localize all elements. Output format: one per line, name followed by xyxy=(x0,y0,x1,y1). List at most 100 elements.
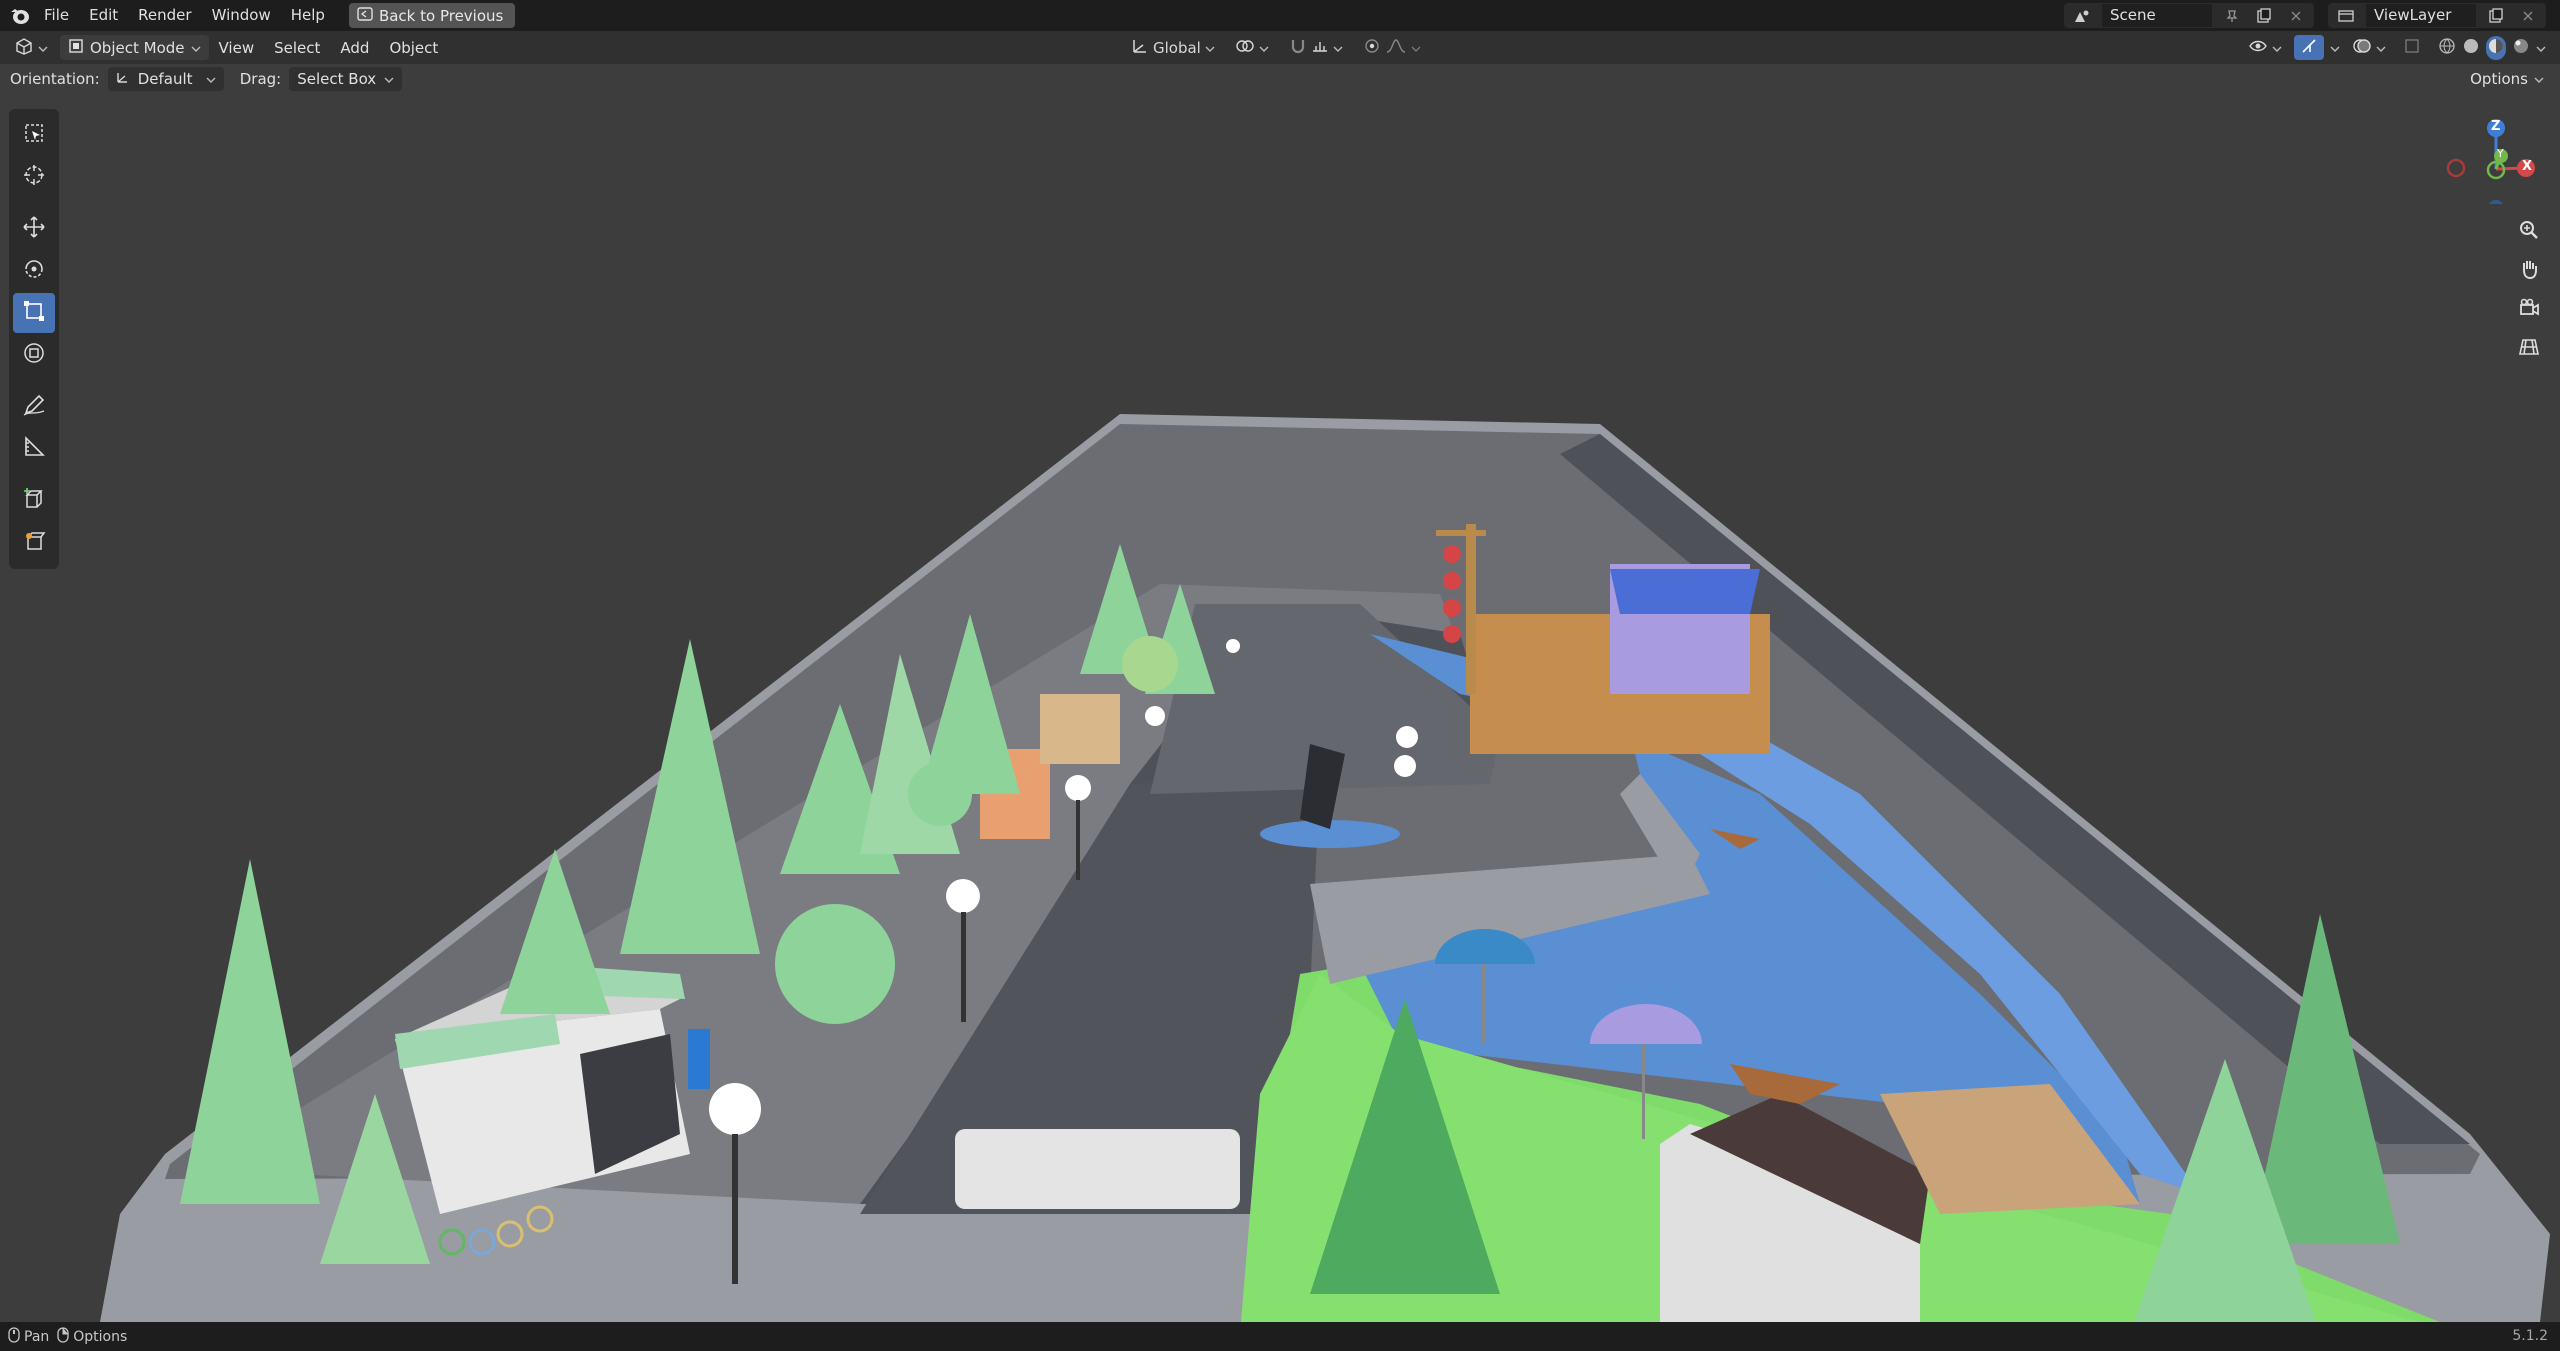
delete-view-layer-icon[interactable] xyxy=(2516,5,2540,27)
transform-tools: Global xyxy=(1125,35,1427,60)
menu-add[interactable]: Add xyxy=(330,39,379,57)
mode-dropdown[interactable]: Object Mode xyxy=(60,35,209,60)
viewport-header: Object Mode View Select Add Object Globa… xyxy=(0,31,2560,64)
solid-shading-icon[interactable] xyxy=(2462,37,2480,59)
editor-type-selector[interactable] xyxy=(8,35,54,60)
options-dropdown[interactable]: Options xyxy=(2462,67,2552,91)
pin-icon[interactable] xyxy=(2220,5,2244,27)
scene-selector[interactable]: Scene xyxy=(2064,3,2314,28)
pivot-icon xyxy=(1235,38,1255,58)
scale-icon xyxy=(22,299,46,327)
perspective-toggle-button[interactable] xyxy=(2511,331,2547,367)
menu-render[interactable]: Render xyxy=(128,0,201,31)
viewport-display-tools xyxy=(2242,35,2552,60)
orientation-label: Orientation: xyxy=(10,70,100,88)
add-cube-tool[interactable] xyxy=(13,481,55,521)
chevron-down-icon[interactable] xyxy=(2536,39,2546,57)
chevron-down-icon xyxy=(1411,39,1421,57)
zoom-button[interactable] xyxy=(2511,214,2547,250)
material-preview-icon[interactable] xyxy=(2486,35,2506,60)
pivot-point-dropdown[interactable] xyxy=(1229,35,1275,60)
gizmo-icon xyxy=(2300,37,2318,59)
top-menu-bar: File Edit Render Window Help Back to Pre… xyxy=(0,0,2560,31)
snap-target-icon xyxy=(1311,37,1329,59)
shading-mode-group xyxy=(2432,35,2552,60)
back-icon xyxy=(357,6,373,25)
rendered-shading-icon[interactable] xyxy=(2512,37,2530,59)
menu-help[interactable]: Help xyxy=(281,0,335,31)
falloff-curve-icon xyxy=(1385,37,1407,59)
menu-view[interactable]: View xyxy=(209,39,265,57)
transform-tool[interactable] xyxy=(13,335,55,375)
chevron-down-icon[interactable] xyxy=(2330,39,2340,57)
overlays-toggle[interactable] xyxy=(2346,35,2392,60)
object-mode-icon xyxy=(68,38,84,58)
drag-dropdown[interactable]: Select Box xyxy=(289,67,403,91)
chevron-down-icon xyxy=(206,70,216,88)
annotate-tool[interactable] xyxy=(13,387,55,427)
snapping-toggle[interactable] xyxy=(1283,35,1349,60)
rotate-tool[interactable] xyxy=(13,251,55,291)
status-options-label: Options xyxy=(73,1328,128,1345)
measure-tool[interactable] xyxy=(13,429,55,469)
visibility-dropdown[interactable] xyxy=(2242,35,2288,60)
axis-icon xyxy=(1131,37,1149,59)
delete-scene-icon[interactable] xyxy=(2284,5,2308,27)
chevron-down-icon xyxy=(1333,39,1343,57)
eye-icon xyxy=(2248,38,2268,58)
transform-orientation-dropdown[interactable]: Global xyxy=(1125,35,1221,60)
grid-perspective-icon xyxy=(2518,336,2540,362)
menu-file[interactable]: File xyxy=(34,0,79,31)
chevron-down-icon xyxy=(1259,39,1269,57)
chevron-down-icon xyxy=(1205,39,1215,57)
wireframe-shading-icon[interactable] xyxy=(2438,37,2456,59)
menu-select[interactable]: Select xyxy=(264,39,330,57)
menu-window[interactable]: Window xyxy=(202,0,281,31)
chevron-down-icon xyxy=(2534,70,2544,88)
proportional-edit-icon xyxy=(1363,37,1381,59)
viewport-nav-buttons xyxy=(2511,214,2551,370)
menu-edit[interactable]: Edit xyxy=(79,0,128,31)
navigation-gizmo[interactable]: Z Y X xyxy=(2446,104,2546,216)
move-tool[interactable] xyxy=(13,209,55,249)
orientation-value: Default xyxy=(137,70,193,88)
view-layer-name-field[interactable]: ViewLayer xyxy=(2366,4,2476,27)
add-object-icon xyxy=(22,529,46,557)
menu-object[interactable]: Object xyxy=(379,39,448,57)
chevron-down-icon xyxy=(191,39,201,57)
select-box-tool[interactable] xyxy=(13,115,55,155)
gizmo-y-label: Y xyxy=(2497,147,2504,160)
orientation-label: Global xyxy=(1153,38,1201,57)
blender-logo-icon[interactable] xyxy=(6,2,34,30)
select-box-icon xyxy=(22,121,46,149)
scale-tool[interactable] xyxy=(13,293,55,333)
rotate-icon xyxy=(22,257,46,285)
view-layer-icon[interactable] xyxy=(2334,5,2358,27)
camera-view-button[interactable] xyxy=(2511,292,2547,328)
xray-icon xyxy=(2404,38,2420,58)
orientation-dropdown[interactable]: Default xyxy=(107,67,224,91)
pan-button[interactable] xyxy=(2511,253,2547,289)
proportional-editing-toggle[interactable] xyxy=(1357,35,1427,60)
xray-toggle[interactable] xyxy=(2398,35,2426,60)
version-label: 5.1.2 xyxy=(2512,1328,2548,1344)
add-object-tool[interactable] xyxy=(13,523,55,563)
chevron-down-icon xyxy=(2272,39,2282,57)
view-layer-selector[interactable]: ViewLayer xyxy=(2328,3,2546,28)
new-view-layer-icon[interactable] xyxy=(2484,5,2508,27)
3d-viewport[interactable]: Z Y X xyxy=(0,94,2560,1322)
status-options-hint: Options xyxy=(57,1326,128,1347)
scene-name-field[interactable]: Scene xyxy=(2102,4,2212,27)
tool-settings-bar: Orientation: Default Drag: Select Box Op… xyxy=(0,64,2560,94)
status-bar: Pan Options 5.1.2 xyxy=(0,1322,2560,1351)
gizmo-toggle[interactable] xyxy=(2294,35,2324,60)
back-to-previous-button[interactable]: Back to Previous xyxy=(348,3,516,28)
cursor-tool[interactable] xyxy=(13,157,55,197)
chevron-down-icon xyxy=(2376,39,2386,57)
back-button-label: Back to Previous xyxy=(378,6,504,25)
options-label: Options xyxy=(2470,70,2528,88)
new-scene-icon[interactable] xyxy=(2252,5,2276,27)
scene-icon[interactable] xyxy=(2070,5,2094,27)
hand-icon xyxy=(2518,258,2540,284)
3d-viewport-icon xyxy=(14,37,34,59)
